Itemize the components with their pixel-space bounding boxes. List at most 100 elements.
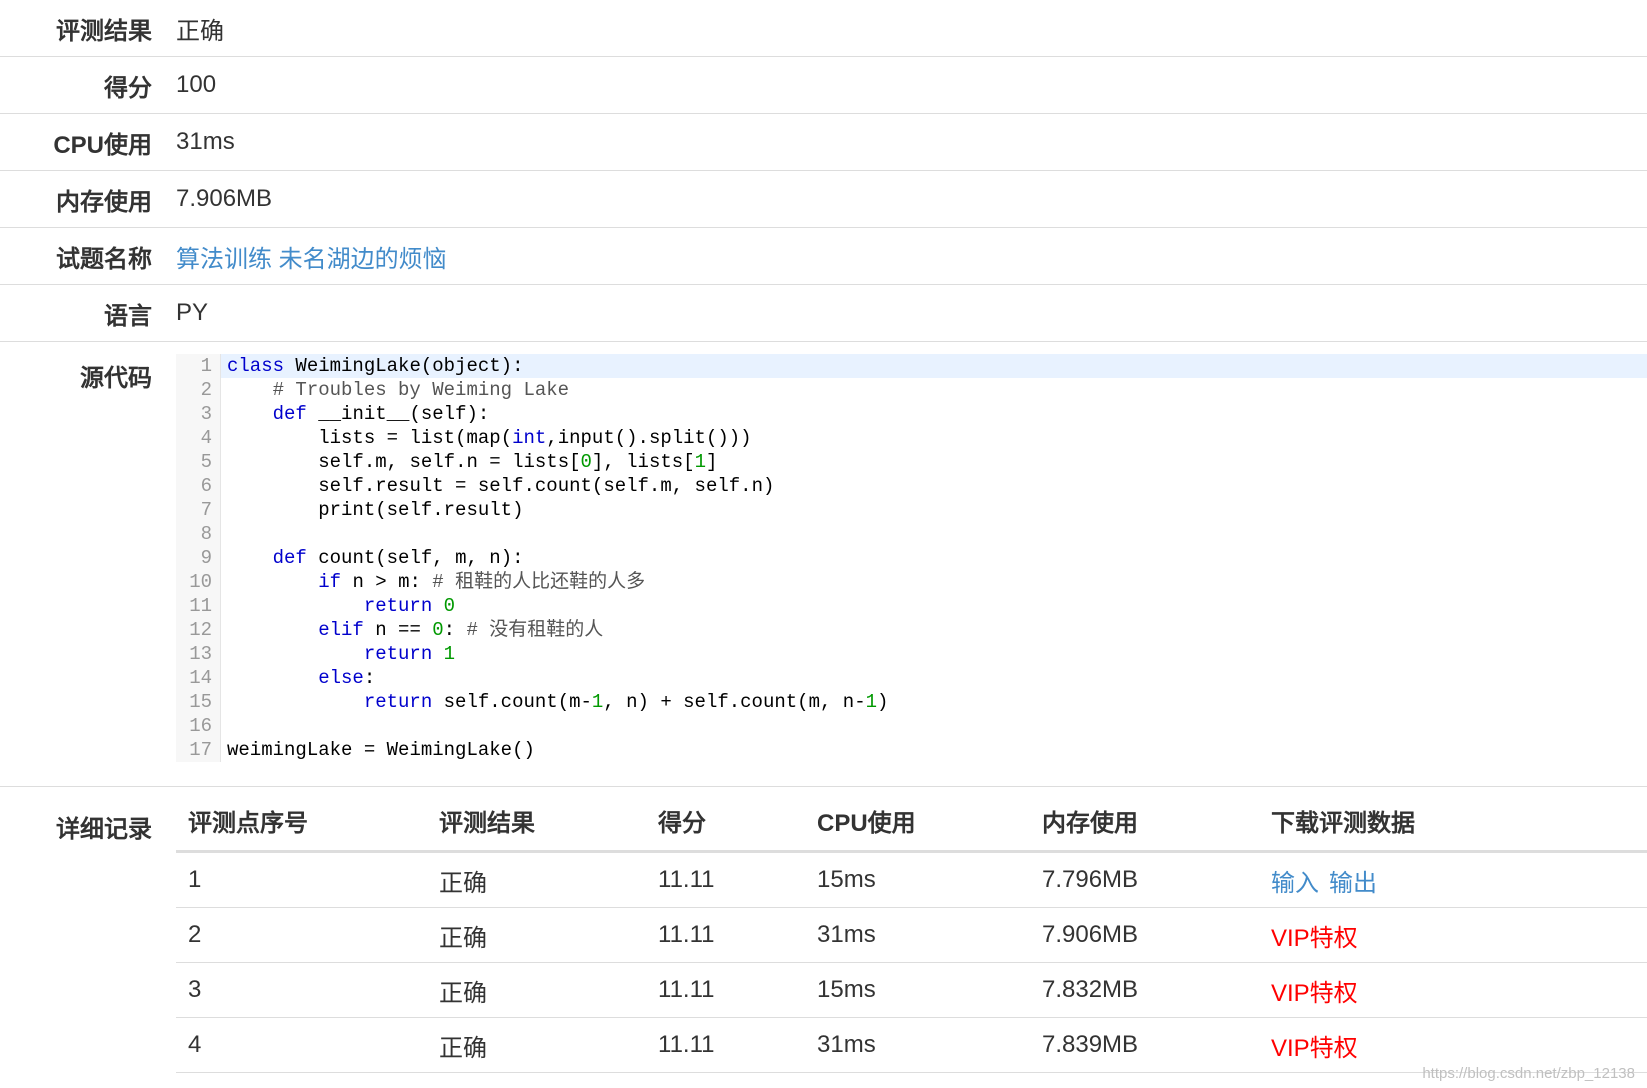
code-text: self.m, self.n = lists[0], lists[1] <box>318 451 718 473</box>
header-memory: 内存使用 <box>1042 810 1138 837</box>
info-row-result: 评测结果 正确 <box>0 0 1647 56</box>
problem-label: 试题名称 <box>56 245 152 273</box>
case-cpu: 15ms <box>817 976 876 1003</box>
line-number: 2 <box>176 378 221 402</box>
case-download: VIP特权 <box>1271 1028 1647 1063</box>
table-row: 1 正确 11.11 15ms 7.796MB 输入 输出 <box>176 853 1647 908</box>
code-line: 15 return self.count(m-1, n) + self.coun… <box>176 690 1647 714</box>
code-text: if n > m: # 租鞋的人比还鞋的人多 <box>318 571 646 593</box>
case-index: 4 <box>188 1031 202 1058</box>
vip-privilege-link[interactable]: VIP特权 <box>1271 980 1358 1007</box>
language-label: 语言 <box>104 302 152 330</box>
code-line: 4 lists = list(map(int,input().split())) <box>176 426 1647 450</box>
language-value: PY <box>176 299 209 326</box>
code-line: 8 <box>176 522 1647 546</box>
header-cpu: CPU使用 <box>817 810 916 837</box>
detail-record-row: 详细记录 评测点序号 评测结果 得分 CPU使用 内存使用 下载评测数据 1 正确… <box>0 786 1647 1073</box>
source-code-row: 源代码 1 class WeimingLake(object): 2 # Troub… <box>0 341 1647 786</box>
code-text: self.result = self.count(self.m, self.n) <box>318 475 775 497</box>
code-text: elif n == 0: # 没有租鞋的人 <box>318 619 604 641</box>
code-text: return 1 <box>363 643 456 665</box>
code-text: else: <box>318 667 376 689</box>
case-download: 输入 输出 <box>1271 863 1647 898</box>
code-line: 12 elif n == 0: # 没有租鞋的人 <box>176 618 1647 642</box>
line-number: 4 <box>176 426 221 450</box>
line-number: 15 <box>176 690 221 714</box>
line-number: 10 <box>176 570 221 594</box>
download-input-link[interactable]: 输入 <box>1271 870 1319 897</box>
table-header: 评测点序号 评测结果 得分 CPU使用 内存使用 下载评测数据 <box>176 787 1647 853</box>
info-row-language: 语言 PY <box>0 284 1647 341</box>
cpu-value: 31ms <box>176 128 235 155</box>
line-number: 6 <box>176 474 221 498</box>
line-number: 13 <box>176 642 221 666</box>
line-number: 8 <box>176 522 221 546</box>
code-text: weimingLake = WeimingLake() <box>227 739 535 761</box>
score-value: 100 <box>176 71 217 98</box>
code-line: 14 else: <box>176 666 1647 690</box>
memory-value: 7.906MB <box>176 185 273 212</box>
source-code-viewer[interactable]: 1 class WeimingLake(object): 2 # Troubles … <box>176 354 1647 778</box>
case-index: 2 <box>188 921 202 948</box>
case-result: 正确 <box>439 979 487 1007</box>
line-number: 7 <box>176 498 221 522</box>
case-result: 正确 <box>439 924 487 952</box>
result-value: 正确 <box>176 17 224 45</box>
code-text: def __init__(self): <box>272 403 490 425</box>
line-number: 16 <box>176 714 221 738</box>
code-line: 2 # Troubles by Weiming Lake <box>176 378 1647 402</box>
code-text: class WeimingLake(object): <box>221 354 1647 378</box>
header-case-index: 评测点序号 <box>188 810 308 837</box>
code-text: return 0 <box>363 595 456 617</box>
case-score: 11.11 <box>658 976 715 1003</box>
line-number: 14 <box>176 666 221 690</box>
result-label: 评测结果 <box>56 17 152 45</box>
case-score: 11.11 <box>658 1031 715 1058</box>
header-download: 下载评测数据 <box>1271 810 1415 837</box>
header-result: 评测结果 <box>439 810 535 837</box>
case-memory: 7.839MB <box>1042 1031 1139 1058</box>
source-code-label: 源代码 <box>80 365 152 392</box>
info-row-score: 得分 100 <box>0 56 1647 113</box>
code-text: def count(self, m, n): <box>272 547 524 569</box>
code-line: 10 if n > m: # 租鞋的人比还鞋的人多 <box>176 570 1647 594</box>
code-line: 7 print(self.result) <box>176 498 1647 522</box>
line-number: 5 <box>176 450 221 474</box>
score-label: 得分 <box>104 74 152 102</box>
code-text: lists = list(map(int,input().split())) <box>318 427 752 449</box>
case-memory: 7.906MB <box>1042 921 1139 948</box>
case-download: VIP特权 <box>1271 973 1647 1008</box>
vip-privilege-link[interactable]: VIP特权 <box>1271 925 1358 952</box>
case-cpu: 31ms <box>817 921 876 948</box>
code-line: 5 self.m, self.n = lists[0], lists[1] <box>176 450 1647 474</box>
vip-privilege-link[interactable]: VIP特权 <box>1271 1035 1358 1062</box>
watermark: https://blog.csdn.net/zbp_12138 <box>1422 1065 1635 1082</box>
code-line: 17 weimingLake = WeimingLake() <box>176 738 1647 762</box>
line-number: 12 <box>176 618 221 642</box>
code-line: 3 def __init__(self): <box>176 402 1647 426</box>
info-row-memory: 内存使用 7.906MB <box>0 170 1647 227</box>
download-output-link[interactable]: 输出 <box>1329 870 1377 897</box>
info-row-cpu: CPU使用 31ms <box>0 113 1647 170</box>
code-text: # Troubles by Weiming Lake <box>272 379 570 401</box>
table-row: 2 正确 11.11 31ms 7.906MB VIP特权 <box>176 908 1647 963</box>
line-number: 9 <box>176 546 221 570</box>
case-score: 11.11 <box>658 921 715 948</box>
detail-record-label: 详细记录 <box>56 816 152 843</box>
case-memory: 7.796MB <box>1042 866 1139 893</box>
table-body: 1 正确 11.11 15ms 7.796MB 输入 输出 2 正确 11.11 31ms 7.906… <box>176 853 1647 1073</box>
header-score: 得分 <box>658 810 706 837</box>
case-score: 11.11 <box>658 866 715 893</box>
case-result: 正确 <box>439 1034 487 1062</box>
test-case-table: 评测点序号 评测结果 得分 CPU使用 内存使用 下载评测数据 1 正确 11.11… <box>176 787 1647 1073</box>
case-result: 正确 <box>439 869 487 897</box>
problem-link[interactable]: 算法训练 未名湖边的烦恼 <box>176 239 447 274</box>
line-number: 11 <box>176 594 221 618</box>
case-download: VIP特权 <box>1271 918 1647 953</box>
cpu-label: CPU使用 <box>53 131 152 159</box>
info-row-problem: 试题名称 算法训练 未名湖边的烦恼 <box>0 227 1647 284</box>
case-index: 1 <box>188 866 202 893</box>
line-number: 3 <box>176 402 221 426</box>
